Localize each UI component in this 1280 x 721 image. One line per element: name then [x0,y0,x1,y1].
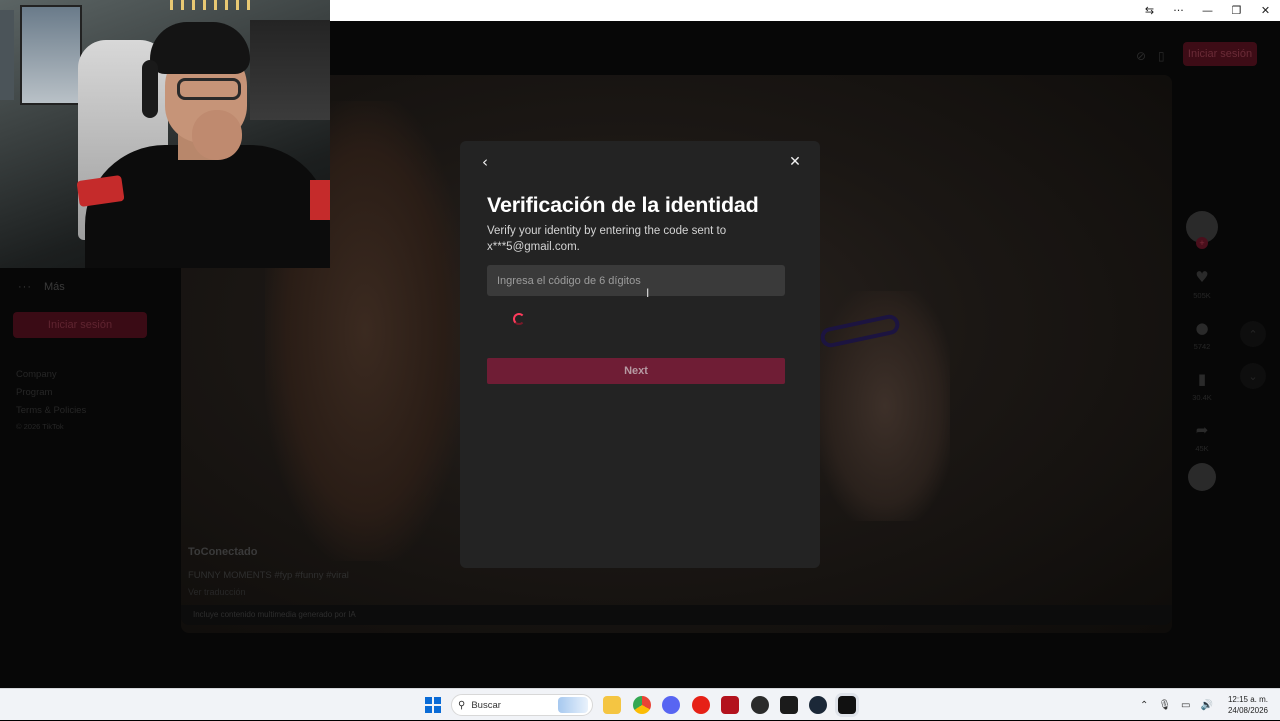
next-button[interactable]: Next [487,358,785,384]
microphone-icon[interactable]: 🎙 [1158,700,1171,711]
search-label: Buscar [471,699,501,711]
close-icon[interactable]: ✕ [1251,0,1280,21]
verification-code-input[interactable] [487,265,785,296]
media-player-icon[interactable] [692,696,710,714]
translate-link[interactable]: Ver traducción [188,587,246,597]
footer-link-company[interactable]: Company [16,366,86,384]
bookmark-icon[interactable]: ▮ [1190,367,1214,391]
obs-icon[interactable] [751,696,769,714]
text-cursor-icon: I [646,286,650,300]
dialog-title: Verificación de la identidad [487,193,759,217]
sidebar-item-more[interactable]: ··· Más [18,281,65,293]
search-highlight-icon [558,697,588,713]
discord-icon[interactable] [662,696,680,714]
headset [142,60,158,118]
upload-icon[interactable]: ⊘ [1136,49,1146,63]
shares-count: 45K [1195,444,1209,453]
chevron-up-icon[interactable]: ⌃ [1140,700,1148,711]
file-explorer-icon[interactable] [603,696,621,714]
network-icon[interactable]: ▭ [1181,700,1190,711]
comment-icon[interactable]: ● [1190,316,1214,340]
heart-icon[interactable]: ♥ [1190,265,1214,289]
music-disc-icon[interactable] [1188,463,1216,491]
window-titlebar: ⇆ ··· — ❐ ✕ [330,0,1280,21]
minimize-icon[interactable]: — [1193,0,1222,21]
close-dialog-icon[interactable]: ✕ [786,153,804,171]
footer-link-program[interactable]: Program [16,384,86,402]
likes-count: 505K [1193,291,1211,300]
device-icon[interactable]: ▯ [1158,49,1165,63]
restore-icon[interactable]: ❐ [1222,0,1251,21]
more-icon[interactable]: ··· [1164,0,1193,21]
back-arrow-icon[interactable]: ‹ [476,153,494,171]
translate-icon[interactable]: ⇆ [1135,0,1164,21]
search-icon: ⚲ [458,699,466,711]
ai-content-notice: Incluye contenido multimedia generado po… [181,605,1172,625]
start-menu-icon[interactable] [425,697,441,713]
chrome-icon[interactable] [633,696,651,714]
video-caption: FUNNY MOMENTS #fyp #funny #viral [188,570,349,581]
sidebar-footer-links: Company Program Terms & Policies © 2026 … [16,366,86,434]
wall-poster [20,5,82,105]
system-tray: ⌃ 🎙 ▭ 🔊 12:15 a. m. 24/08/2026 [1135,689,1280,721]
webcam-overlay [0,0,330,268]
follow-plus-icon[interactable]: + [1196,237,1208,249]
epic-games-icon[interactable] [780,696,798,714]
windows-taskbar: ⚲ Buscar ⌃ 🎙 ▭ 🔊 12:15 a. m. 24/08/2026 [0,688,1280,720]
verification-dialog: ‹ ✕ Verificación de la identidad Verify … [460,141,820,568]
streaming-app-icon[interactable] [721,696,739,714]
tiktok-icon[interactable] [838,696,856,714]
saves-count: 30.4K [1192,393,1212,402]
next-video-arrow-icon[interactable]: ⌄ [1240,363,1266,389]
taskbar-clock[interactable]: 12:15 a. m. 24/08/2026 [1228,694,1268,716]
more-dots-icon: ··· [18,281,32,293]
comments-count: 5742 [1193,342,1211,351]
share-icon[interactable]: ➦ [1190,418,1214,442]
clock-time: 12:15 a. m. [1227,695,1268,704]
video-action-rail: + ♥ 505K ● 5742 ▮ 30.4K ➦ 45K [1184,211,1220,491]
sidebar-more-label: Más [44,281,65,293]
video-author[interactable]: ToConectado [188,546,257,558]
header-login-button[interactable]: Iniciar sesión [1183,42,1257,66]
steam-icon[interactable] [809,696,827,714]
clock-date: 24/08/2026 [1227,706,1268,715]
copyright: © 2026 TikTok [16,422,64,431]
volume-icon[interactable]: 🔊 [1201,700,1213,711]
footer-link-terms[interactable]: Terms & Policies [16,402,86,420]
loading-spinner-icon [513,313,525,325]
sidebar-login-button[interactable]: Iniciar sesión [13,312,147,338]
dialog-subtitle: Verify your identity by entering the cod… [487,225,727,253]
previous-video-arrow-icon[interactable]: ⌃ [1240,321,1266,347]
taskbar-search[interactable]: ⚲ Buscar [451,694,593,716]
